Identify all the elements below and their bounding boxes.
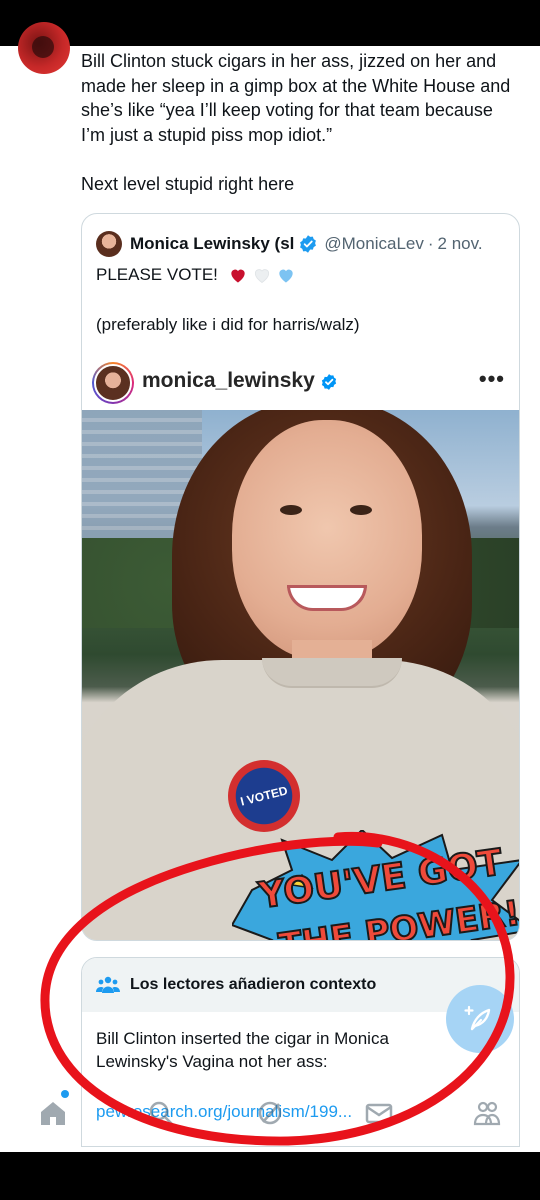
notification-dot bbox=[61, 1090, 69, 1098]
home-icon bbox=[41, 1102, 65, 1125]
left-eye bbox=[280, 505, 302, 515]
community-note-title: Los lectores añadieron contexto bbox=[130, 976, 377, 993]
quoted-author-avatar[interactable] bbox=[96, 231, 122, 257]
red-heart-icon bbox=[231, 269, 245, 283]
verified-badge-icon bbox=[300, 235, 317, 253]
white-heart-icon bbox=[254, 269, 269, 283]
community-note-body: Bill Clinton inserted the cigar in Monic… bbox=[96, 1029, 389, 1071]
tweet-text: Bill Clinton stuck cigars in her ass, ji… bbox=[81, 51, 511, 194]
hearts-group bbox=[228, 265, 296, 285]
quoted-author-handle[interactable]: @MonicaLev bbox=[324, 234, 423, 254]
mail-icon bbox=[365, 1103, 393, 1124]
sticker-text: I VOTED bbox=[239, 783, 289, 809]
readers-group-icon bbox=[96, 976, 120, 993]
instagram-username: monica_lewinsky bbox=[142, 369, 315, 392]
quoted-tweet-card[interactable]: Monica Lewinsky (sl @MonicaLev · 2 nov. … bbox=[81, 213, 520, 941]
selfie-photo[interactable]: I VOTED YOU'VE GOT THE POWER! bbox=[82, 410, 519, 940]
quoted-text-vote: PLEASE VOTE! bbox=[96, 265, 218, 284]
sweatshirt-collar bbox=[262, 658, 402, 688]
i-voted-sticker: I VOTED bbox=[228, 760, 300, 832]
nav-home[interactable] bbox=[36, 1096, 70, 1130]
nav-grok[interactable] bbox=[253, 1096, 287, 1130]
bottom-navigation bbox=[0, 1084, 540, 1150]
quoted-tweet-header: Monica Lewinsky (sl @MonicaLev · 2 nov. bbox=[96, 231, 483, 257]
instagram-verified-icon bbox=[321, 374, 337, 390]
grok-icon bbox=[258, 1101, 282, 1125]
instagram-avatar bbox=[92, 362, 134, 404]
system-navigation-bar bbox=[0, 1152, 540, 1200]
smile bbox=[287, 585, 367, 611]
quoted-timestamp[interactable]: 2 nov. bbox=[438, 234, 483, 254]
face-shape bbox=[232, 420, 422, 660]
compose-post-button[interactable] bbox=[446, 985, 514, 1053]
author-avatar[interactable] bbox=[18, 22, 70, 74]
right-eye bbox=[350, 505, 372, 515]
communities-icon bbox=[473, 1101, 501, 1126]
nav-communities[interactable] bbox=[470, 1096, 504, 1130]
more-options-icon: ••• bbox=[478, 366, 505, 391]
status-bar bbox=[0, 0, 540, 46]
quoted-text-line1: PLEASE VOTE! bbox=[96, 265, 296, 285]
blue-heart-icon bbox=[279, 269, 293, 283]
search-icon bbox=[149, 1101, 174, 1126]
feather-plus-icon bbox=[464, 1005, 491, 1031]
quoted-text-line2: (preferably like i did for harris/walz) bbox=[96, 315, 360, 334]
nav-messages[interactable] bbox=[362, 1096, 396, 1130]
quoted-author-name[interactable]: Monica Lewinsky (sl bbox=[130, 234, 294, 254]
nav-search[interactable] bbox=[144, 1096, 178, 1130]
instagram-post-header: monica_lewinsky ••• bbox=[82, 354, 519, 410]
separator-dot: · bbox=[427, 234, 434, 253]
